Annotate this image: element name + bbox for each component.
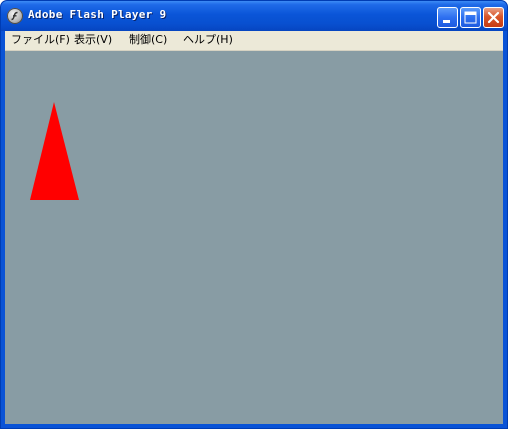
menu-bar: ファイル(F) 表示(V) 制御(C) ヘルプ(H) bbox=[5, 31, 503, 51]
menu-view[interactable]: 表示(V) bbox=[74, 33, 112, 47]
title-bar[interactable]: Adobe Flash Player 9 bbox=[1, 1, 507, 31]
red-triangle bbox=[30, 102, 79, 200]
maximize-icon bbox=[464, 11, 477, 24]
minimize-button[interactable] bbox=[437, 7, 458, 28]
minimize-icon bbox=[443, 20, 450, 23]
menu-control[interactable]: 制御(C) bbox=[129, 33, 167, 47]
menu-help[interactable]: ヘルプ(H) bbox=[183, 33, 233, 47]
close-icon bbox=[487, 11, 500, 24]
stage-canvas bbox=[30, 102, 79, 200]
flash-stage[interactable] bbox=[5, 51, 503, 424]
menu-file[interactable]: ファイル(F) bbox=[11, 33, 70, 47]
flash-player-window: Adobe Flash Player 9 ファイル(F) 表示(V) 制御(C)… bbox=[0, 0, 508, 429]
flash-player-icon[interactable] bbox=[7, 8, 23, 24]
window-title: Adobe Flash Player 9 bbox=[28, 8, 167, 21]
close-button[interactable] bbox=[483, 7, 504, 28]
maximize-button[interactable] bbox=[460, 7, 481, 28]
